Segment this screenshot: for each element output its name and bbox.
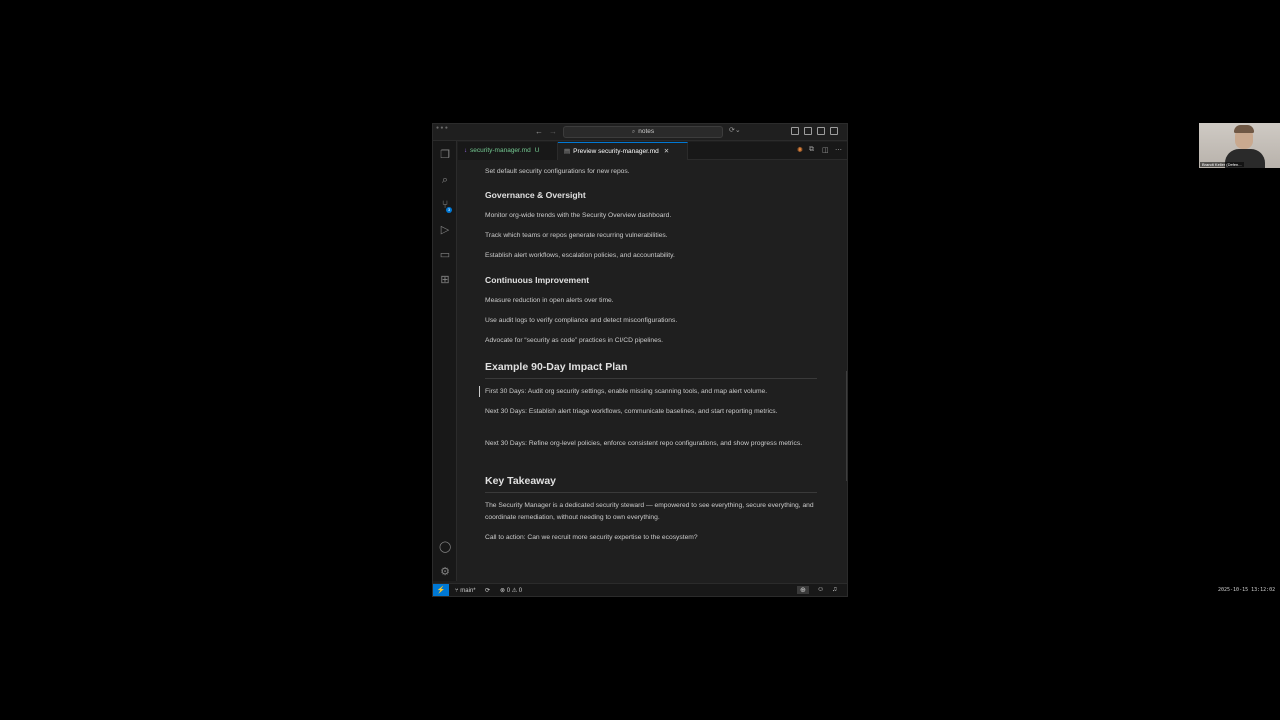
paragraph-next30-a: Next 30 Days: Establish alert triage wor… <box>485 408 778 415</box>
tab-label: Preview security-manager.md <box>573 148 659 155</box>
untracked-status: U <box>534 147 540 154</box>
paragraph-cta: Call to action: Can we recruit more secu… <box>485 534 698 541</box>
heading-takeaway: Key Takeaway <box>485 475 557 487</box>
command-center-search[interactable]: ⌕ notes <box>563 126 723 138</box>
paragraph-measure: Measure reduction in open alerts over ti… <box>485 297 614 304</box>
markdown-preview[interactable]: Set default security configurations for … <box>458 161 847 581</box>
copilot-icon[interactable]: ⟳⌄ <box>729 126 741 134</box>
paragraph-steward: The Security Manager is a dedicated secu… <box>485 502 814 521</box>
tab-label: security-manager.md <box>470 147 531 154</box>
tab-preview-security-manager-md[interactable]: ▤ Preview security-manager.md ✕ <box>558 142 688 160</box>
paragraph-track: Track which teams or repos generate recu… <box>485 232 668 239</box>
paragraph-establish: Establish alert workflows, escalation po… <box>485 252 675 259</box>
window-controls[interactable]: ● ● ● <box>436 125 448 131</box>
extensions-icon[interactable]: ⊞ <box>439 274 451 286</box>
tab-security-manager-md[interactable]: ↓ security-manager.md U <box>458 142 558 160</box>
heading-governance: Governance & Oversight <box>485 190 586 200</box>
heading-improvement: Continuous Improvement <box>485 275 590 285</box>
run-debug-icon[interactable]: ▷ <box>439 224 451 236</box>
heading-rule <box>485 378 817 379</box>
remote-indicator-icon[interactable]: ⚡ <box>433 584 449 596</box>
zoom-icon[interactable]: ⊕ <box>797 586 809 594</box>
manage-gear-icon[interactable]: ⚙ <box>439 566 451 578</box>
screen: ● ● ● ← → ⌕ notes ⟳⌄ ❐ ⌕ ⑂ 3 ▷ ▭ ⊞ ◯ ⚙ ↓… <box>0 0 1280 720</box>
notifications-bell-icon[interactable]: ♫ <box>832 586 837 593</box>
copilot-sparkle-icon[interactable]: ✺ <box>797 146 803 154</box>
vscode-window: ● ● ● ← → ⌕ notes ⟳⌄ ❐ ⌕ ⑂ 3 ▷ ▭ ⊞ ◯ ⚙ ↓… <box>432 123 848 597</box>
status-bar: ⚡ ⑂ main* ⟳ ⊗ 0 ⚠ 0 ⊕ ☺ ♫ <box>433 583 847 596</box>
vertical-scrollbar[interactable] <box>846 371 847 481</box>
warning-count: 0 <box>518 588 523 594</box>
paragraph-next30-b: Next 30 Days: Refine org-level policies,… <box>485 440 803 447</box>
split-editor-icon[interactable]: ◫ <box>822 146 829 154</box>
warning-icon: ⚠ <box>510 588 519 594</box>
close-icon[interactable]: ✕ <box>664 148 669 155</box>
toggle-secondary-sidebar-icon[interactable] <box>830 127 838 135</box>
selection-indicator <box>479 386 480 397</box>
forward-arrow-icon[interactable]: → <box>549 127 557 137</box>
markdown-file-icon: ↓ <box>464 148 467 154</box>
search-icon[interactable]: ⌕ <box>439 174 451 186</box>
error-icon: ⊗ <box>500 588 507 594</box>
title-bar: ● ● ● ← → ⌕ notes ⟳⌄ <box>433 124 847 141</box>
open-source-icon[interactable]: ⧉ <box>809 146 814 154</box>
problems-indicator[interactable]: ⊗ 0 ⚠ 0 <box>500 587 522 595</box>
paragraph-advocate: Advocate for “security as code” practice… <box>485 337 664 344</box>
person-hair <box>1234 125 1254 133</box>
explorer-icon[interactable]: ❐ <box>439 149 451 161</box>
paragraph-audit: Use audit logs to verify compliance and … <box>485 317 678 324</box>
source-control-badge: 3 <box>446 207 452 213</box>
participant-name: Brandt Keller (Defen... <box>1200 162 1244 167</box>
webcam-thumbnail: Brandt Keller (Defen... <box>1199 123 1280 168</box>
branch-name: main* <box>460 588 476 594</box>
back-arrow-icon[interactable]: ← <box>535 127 543 137</box>
heading-plan: Example 90-Day Impact Plan <box>485 361 628 373</box>
command-center-label: notes <box>638 128 655 135</box>
toggle-primary-sidebar-icon[interactable] <box>804 127 812 135</box>
activity-bar: ❐ ⌕ ⑂ 3 ▷ ▭ ⊞ ◯ ⚙ <box>433 141 457 581</box>
toggle-panel-icon[interactable] <box>817 127 825 135</box>
remote-explorer-icon[interactable]: ▭ <box>439 249 451 261</box>
accounts-icon[interactable]: ◯ <box>439 541 451 553</box>
editor-tab-bar: ↓ security-manager.md U ▤ Preview security-… <box>458 142 847 160</box>
paragraph-first30: First 30 Days: Audit org security settin… <box>485 388 768 395</box>
layout-customize-icon[interactable] <box>791 127 799 135</box>
more-actions-icon[interactable]: ⋯ <box>835 146 842 154</box>
branch-indicator[interactable]: ⑂ main* <box>455 587 476 595</box>
heading-rule <box>485 492 817 493</box>
search-icon: ⌕ <box>631 129 636 135</box>
preview-icon: ▤ <box>564 148 571 155</box>
copilot-status-icon[interactable]: ☺ <box>817 586 824 593</box>
paragraph-monitor: Monitor org-wide trends with the Securit… <box>485 212 672 219</box>
recording-timestamp: 2025-10-15 13:12:02 <box>1218 587 1276 593</box>
sync-icon[interactable]: ⟳ <box>485 587 490 595</box>
paragraph-defaults: Set default security configurations for … <box>485 168 630 175</box>
